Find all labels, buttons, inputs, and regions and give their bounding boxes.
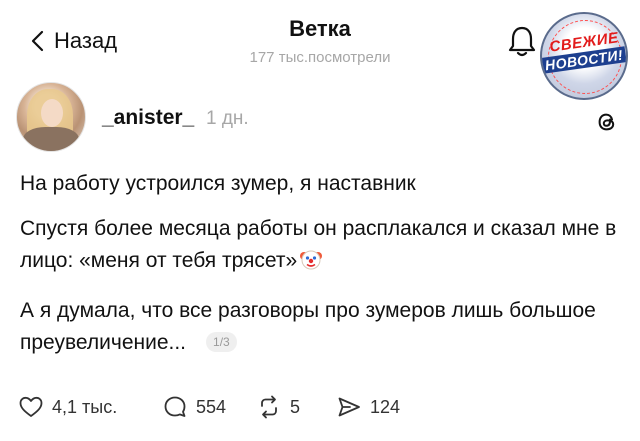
post-paragraph-1: На работу устроился зумер, я наставник [20,172,416,195]
heart-icon [19,396,43,417]
avatar[interactable] [16,82,86,152]
post-actions: 4,1 тыс. 554 5 124 [18,392,400,422]
likes-count: 4,1 тыс. [52,396,118,417]
bell-icon[interactable] [507,24,537,58]
clown-face-icon [300,250,323,270]
news-watermark-logo: СВЕЖИЕ НОВОСТИ! [540,12,628,100]
share-button[interactable]: 124 [336,394,400,420]
repost-button[interactable]: 5 [256,394,316,420]
carousel-pager: 1/3 [206,332,237,352]
post-paragraph-3: А я думала, что все разговоры про зумеро… [20,295,620,359]
username[interactable]: _anister_ [102,106,194,130]
repost-icon [261,395,277,419]
comment-button[interactable]: 554 [162,394,242,420]
comments-count: 554 [196,396,227,417]
post-paragraph-3-text: А я думала, что все разговоры про зумеро… [20,299,596,354]
comment-icon [164,396,186,417]
shares-count: 124 [370,396,401,417]
post-paragraph-2: Спустя более месяца работы он расплакалс… [20,213,620,277]
threads-icon[interactable] [595,110,619,134]
like-button[interactable]: 4,1 тыс. [18,394,136,420]
send-icon [338,397,360,417]
reposts-count: 5 [290,396,301,417]
post-time: 1 дн. [206,108,249,129]
